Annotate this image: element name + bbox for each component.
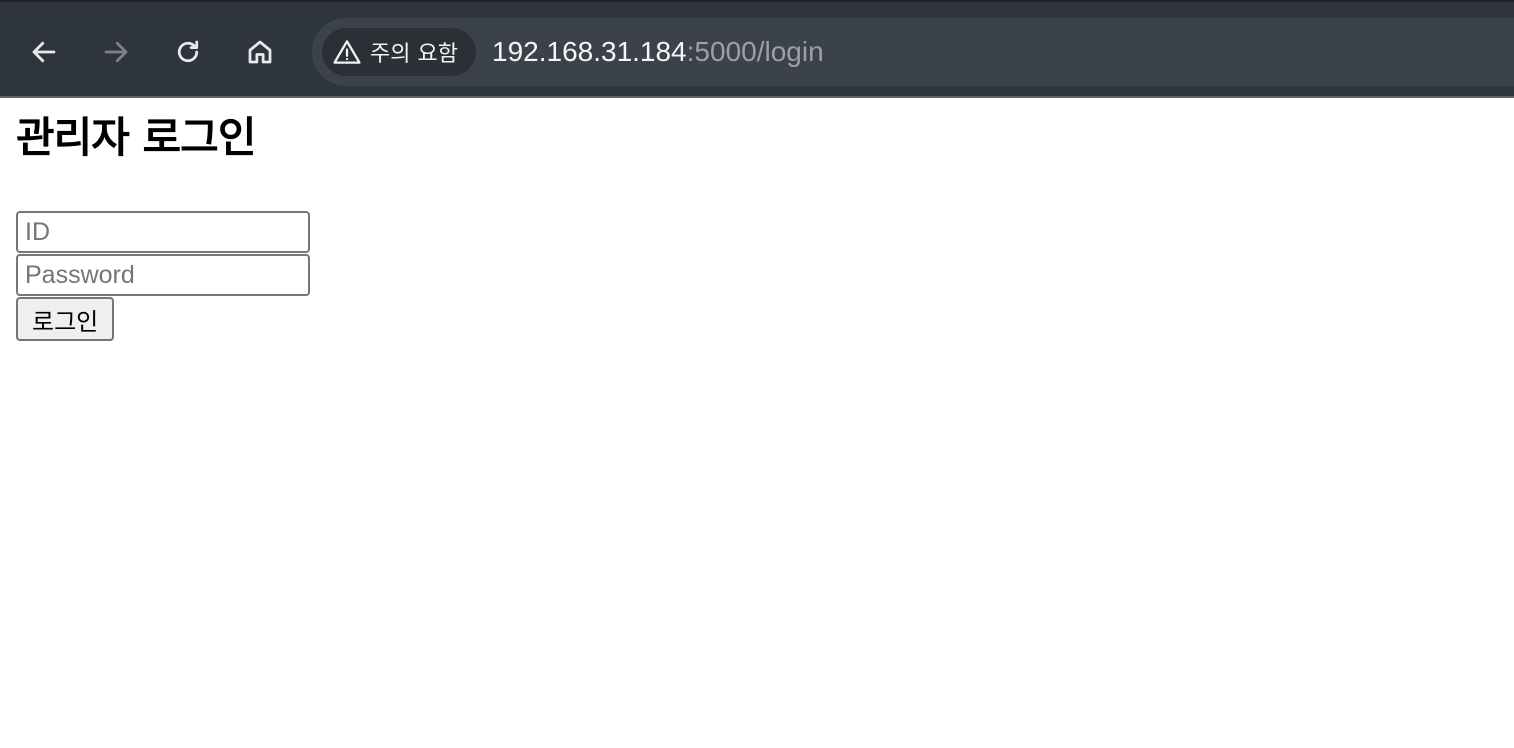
password-input[interactable] bbox=[16, 254, 310, 296]
security-label: 주의 요함 bbox=[370, 42, 458, 67]
back-arrow-icon bbox=[32, 41, 56, 63]
home-icon bbox=[248, 40, 272, 64]
security-warning-chip[interactable]: 주의 요함 bbox=[322, 28, 476, 76]
toolbar-background: 주의 요함 192.168.31.184:5000/login bbox=[0, 0, 1514, 96]
forward-button[interactable] bbox=[92, 28, 140, 76]
page-content: 관리자 로그인 로그인 bbox=[0, 98, 1514, 748]
url-host: 192.168.31.184 bbox=[492, 36, 687, 67]
id-input[interactable] bbox=[16, 211, 310, 253]
reload-button[interactable] bbox=[164, 28, 212, 76]
page-title: 관리자 로그인 bbox=[16, 113, 256, 162]
home-button[interactable] bbox=[236, 28, 284, 76]
warning-icon bbox=[333, 40, 361, 64]
forward-arrow-icon bbox=[104, 41, 128, 63]
back-button[interactable] bbox=[20, 28, 68, 76]
browser-toolbar: 주의 요함 192.168.31.184:5000/login bbox=[0, 0, 1514, 98]
url-path: :5000/login bbox=[686, 36, 824, 67]
address-bar[interactable]: 주의 요함 192.168.31.184:5000/login bbox=[312, 18, 1514, 86]
login-form: 로그인 bbox=[16, 211, 310, 341]
reload-icon bbox=[177, 40, 199, 63]
url-text[interactable]: 192.168.31.184:5000/login bbox=[492, 34, 824, 70]
login-button[interactable]: 로그인 bbox=[16, 297, 115, 341]
